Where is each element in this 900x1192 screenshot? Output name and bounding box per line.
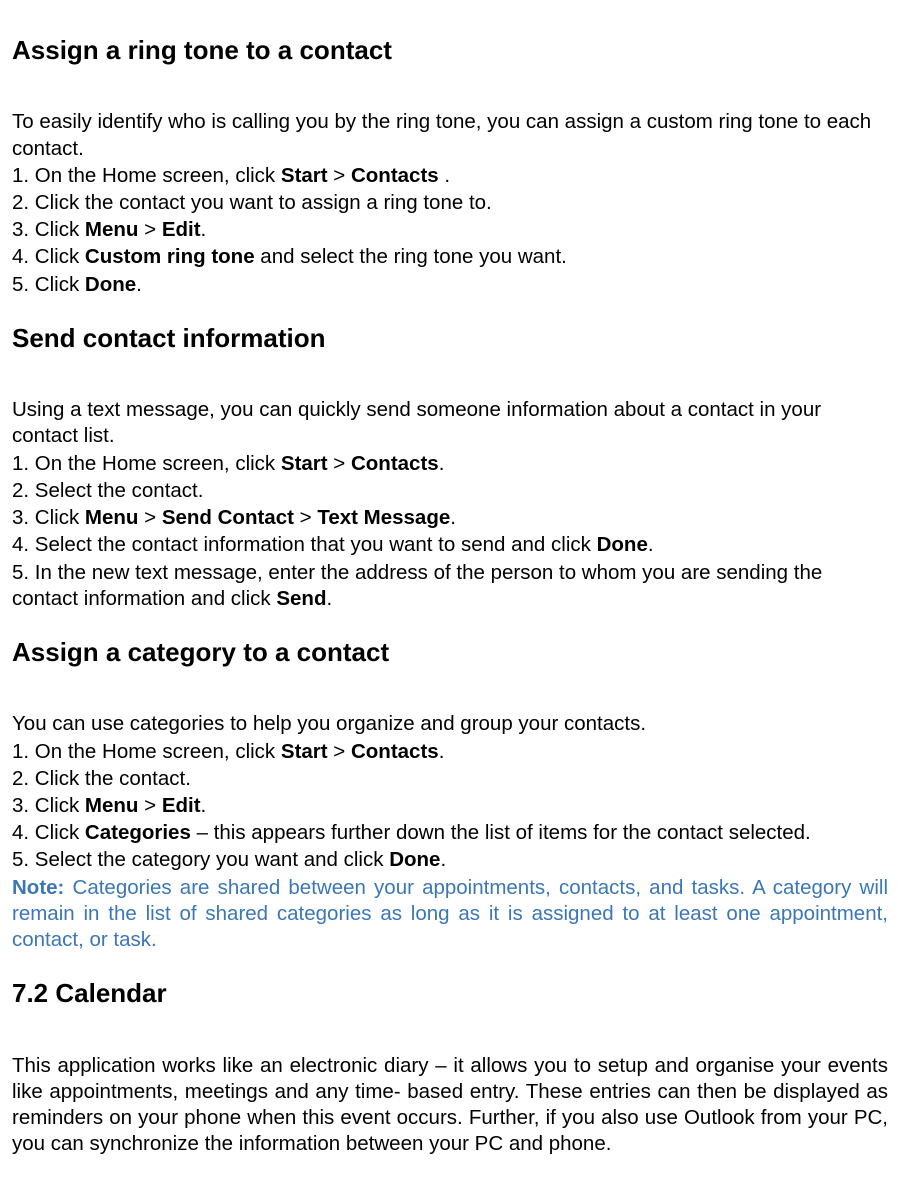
step-4: 4. Select the contact information that y… xyxy=(12,532,888,558)
step-1: 1. On the Home screen, click Start > Con… xyxy=(12,163,888,189)
section-heading: 7.2 Calendar xyxy=(12,977,888,1010)
step-5: 5. Click Done. xyxy=(12,272,888,298)
section-heading: Assign a ring tone to a contact xyxy=(12,34,888,67)
step-2: 2. Select the contact. xyxy=(12,478,888,504)
intro-text: This application works like an electroni… xyxy=(12,1053,888,1158)
step-5: 5. In the new text message, enter the ad… xyxy=(12,560,888,612)
step-2: 2. Click the contact. xyxy=(12,766,888,792)
section-body: This application works like an electroni… xyxy=(12,1053,888,1158)
step-3: 3. Click Menu > Edit. xyxy=(12,217,888,243)
section-heading: Assign a category to a contact xyxy=(12,636,888,669)
step-1: 1. On the Home screen, click Start > Con… xyxy=(12,739,888,765)
step-4: 4. Click Categories – this appears furth… xyxy=(12,820,888,846)
step-1: 1. On the Home screen, click Start > Con… xyxy=(12,451,888,477)
section-heading: Send contact information xyxy=(12,322,888,355)
step-2: 2. Click the contact you want to assign … xyxy=(12,190,888,216)
section-body: To easily identify who is calling you by… xyxy=(12,109,888,298)
step-3: 3. Click Menu > Send Contact > Text Mess… xyxy=(12,505,888,531)
note-text: Note: Categories are shared between your… xyxy=(12,875,888,954)
step-4: 4. Click Custom ring tone and select the… xyxy=(12,244,888,270)
section-body: Using a text message, you can quickly se… xyxy=(12,397,888,612)
step-3: 3. Click Menu > Edit. xyxy=(12,793,888,819)
intro-text: Using a text message, you can quickly se… xyxy=(12,397,888,449)
intro-text: You can use categories to help you organ… xyxy=(12,711,888,737)
step-5: 5. Select the category you want and clic… xyxy=(12,847,888,873)
section-body: You can use categories to help you organ… xyxy=(12,711,888,953)
intro-text: To easily identify who is calling you by… xyxy=(12,109,888,161)
note-label: Note: xyxy=(12,876,64,899)
